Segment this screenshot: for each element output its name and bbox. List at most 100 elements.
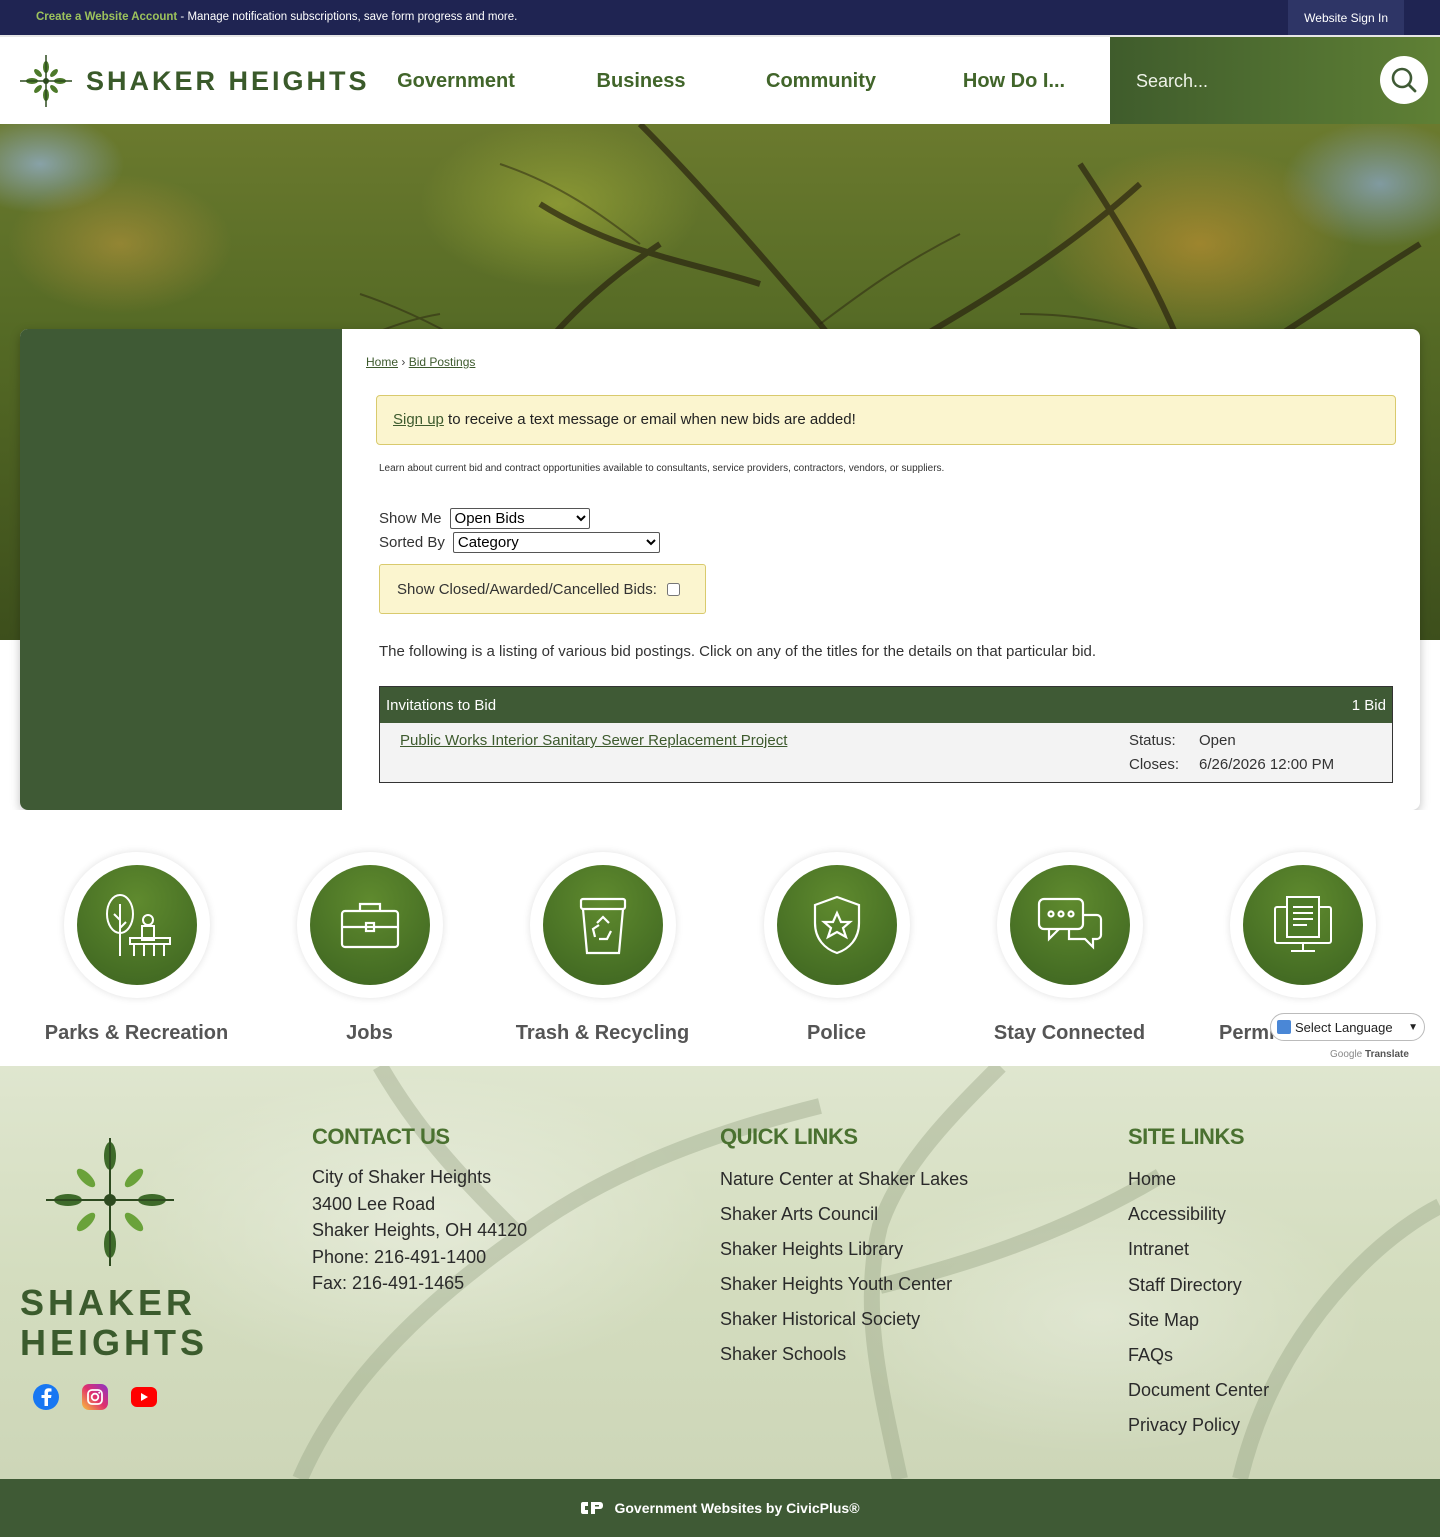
search-icon [1391, 67, 1417, 93]
youtube-icon[interactable] [131, 1387, 157, 1407]
nav-community[interactable]: Community [726, 70, 916, 93]
bid-count: 1 Bid [1351, 696, 1386, 714]
bid-category-table: Invitations to Bid 1 Bid Public Works In… [379, 686, 1393, 783]
bid-status-value: Open [1199, 732, 1236, 749]
police-badge-icon [813, 895, 860, 955]
contact-line: Fax: 216-491-1465 [312, 1273, 465, 1293]
nav-how-do-i[interactable]: How Do I... [916, 70, 1112, 93]
show-closed-label: Show Closed/Awarded/Cancelled Bids: [397, 580, 657, 598]
footer-site-link[interactable]: Staff Directory [1128, 1268, 1269, 1303]
nav-government[interactable]: Government [356, 70, 556, 93]
quick-link-trash[interactable]: Trash & Recycling [486, 852, 719, 1045]
footer-quick-link[interactable]: Shaker Schools [720, 1337, 968, 1372]
page-intro: Learn about current bid and contract opp… [379, 463, 945, 474]
quick-link-jobs[interactable]: Jobs [253, 852, 486, 1045]
account-message-text: - Manage notification subscriptions, sav… [177, 11, 518, 23]
footer-quick-links-heading: QUICK LINKS [720, 1124, 858, 1149]
show-closed-checkbox[interactable] [666, 582, 680, 596]
footer-site-link[interactable]: Privacy Policy [1128, 1408, 1269, 1443]
site-logo[interactable]: SHAKER HEIGHTS [16, 51, 370, 111]
utility-bar: Create a Website Account - Manage notifi… [0, 0, 1440, 35]
civicplus-logo-icon [581, 1502, 604, 1514]
google-word: Google [1330, 1049, 1363, 1060]
show-me-control: Show Me Open Bids [379, 508, 590, 529]
main-nav: Government Business Community How Do I..… [356, 37, 1112, 126]
instagram-icon[interactable] [82, 1384, 108, 1410]
breadcrumb-bid-postings[interactable]: Bid Postings [409, 355, 476, 369]
footer-quick-links-column: QUICK LINKS Nature Center at Shaker Lake… [720, 1124, 968, 1372]
leaf-cross-logo-icon [20, 55, 72, 107]
footer-quick-link[interactable]: Shaker Heights Youth Center [720, 1267, 968, 1302]
account-message: Create a Website Account - Manage notifi… [36, 11, 517, 23]
recycle-bin-icon [579, 897, 626, 955]
footer-site-link[interactable]: Accessibility [1128, 1197, 1269, 1232]
facebook-f-icon [41, 1388, 52, 1406]
quick-link-circle [76, 865, 197, 985]
nav-business[interactable]: Business [556, 70, 726, 93]
site-header: SHAKER HEIGHTS Government Business Commu… [0, 35, 1440, 126]
footer-site-link[interactable]: Site Map [1128, 1303, 1269, 1338]
sign-up-link[interactable]: Sign up [393, 411, 444, 428]
bid-category-header: Invitations to Bid 1 Bid [380, 687, 1392, 723]
footer-contact-heading: CONTACT US [312, 1124, 450, 1149]
computer-document-icon [1273, 896, 1332, 952]
breadcrumb: Home › Bid Postings [366, 355, 475, 369]
quick-link-label: Jobs [346, 1022, 393, 1044]
footer-site-link[interactable]: Intranet [1128, 1232, 1269, 1267]
leaf-cross-logo-icon [46, 1138, 174, 1266]
civicplus-credit-text: Government Websites by CivicPlus® [614, 1500, 860, 1516]
show-me-select[interactable]: Open Bids [449, 508, 590, 529]
breadcrumb-home[interactable]: Home [366, 355, 398, 369]
quick-link-ring [63, 852, 210, 998]
language-select-label: Select Language [1295, 1019, 1393, 1035]
sorted-by-control: Sorted By Category [379, 532, 660, 553]
sign-in-button[interactable]: Website Sign In [1288, 0, 1404, 35]
quick-link-parks[interactable]: Parks & Recreation [20, 852, 253, 1045]
quick-link-label: Parks & Recreation [44, 1022, 229, 1044]
footer-site-link[interactable]: FAQs [1128, 1338, 1269, 1373]
quick-link-stay-connected[interactable]: Stay Connected [953, 852, 1186, 1045]
bid-status-label: Status: [1129, 732, 1176, 749]
quick-link-police[interactable]: Police [720, 852, 953, 1045]
signup-notice: Sign up to receive a text message or ema… [376, 395, 1396, 445]
youtube-play-icon [141, 1393, 148, 1401]
breadcrumb-separator: › [401, 355, 406, 369]
footer-quick-link[interactable]: Shaker Historical Society [720, 1302, 968, 1337]
quick-link-circle [1009, 865, 1130, 985]
listing-description: The following is a listing of various bi… [379, 643, 1097, 660]
footer-logo-line1: SHAKER [20, 1282, 197, 1323]
search-input[interactable] [1124, 59, 1364, 103]
briefcase-icon [340, 902, 399, 949]
quick-link-circle [542, 865, 663, 985]
sorted-by-select[interactable]: Category [452, 532, 660, 553]
signup-notice-text: to receive a text message or email when … [443, 411, 856, 428]
quick-link-label: Police [807, 1022, 866, 1044]
quick-link-ring [529, 852, 676, 998]
footer-site-link[interactable]: Document Center [1128, 1373, 1269, 1408]
contact-line: City of Shaker Heights [312, 1167, 492, 1187]
site-footer: SHAKER HEIGHTS CONTACT US City of Shaker… [0, 1066, 1440, 1479]
footer-logo[interactable]: SHAKER HEIGHTS [20, 1134, 204, 1363]
language-select[interactable]: Select Language ▼ [1270, 1013, 1425, 1041]
quick-links-row: Parks & Recreation Jobs Trash & Recyclin… [0, 810, 1440, 1066]
google-translate-credit[interactable]: Google Translate [1330, 1049, 1409, 1060]
footer-quick-link[interactable]: Nature Center at Shaker Lakes [720, 1162, 968, 1197]
bid-closes-value: 6/26/2026 12:00 PM [1199, 756, 1335, 773]
quick-link-circle [309, 865, 430, 985]
bid-title-link[interactable]: Public Works Interior Sanitary Sewer Rep… [400, 732, 787, 749]
footer-site-links-heading: SITE LINKS [1128, 1124, 1245, 1149]
google-translate-icon [1277, 1020, 1291, 1034]
civicplus-credit-bar[interactable]: Government Websites by CivicPlus® [0, 1479, 1440, 1537]
search-panel [1110, 37, 1440, 126]
footer-site-links-column: SITE LINKS Home Accessibility Intranet S… [1128, 1124, 1269, 1444]
footer-quick-link[interactable]: Shaker Heights Library [720, 1232, 968, 1267]
footer-quick-link[interactable]: Shaker Arts Council [720, 1197, 968, 1232]
sidebar-panel [20, 329, 342, 810]
quick-link-circle [776, 865, 897, 985]
footer-site-link[interactable]: Home [1128, 1162, 1269, 1197]
chevron-down-icon: ▼ [1408, 1021, 1418, 1033]
search-button[interactable] [1380, 56, 1428, 104]
instagram-camera-icon [87, 1389, 103, 1405]
facebook-icon[interactable] [33, 1384, 59, 1410]
create-account-link[interactable]: Create a Website Account [36, 11, 177, 23]
